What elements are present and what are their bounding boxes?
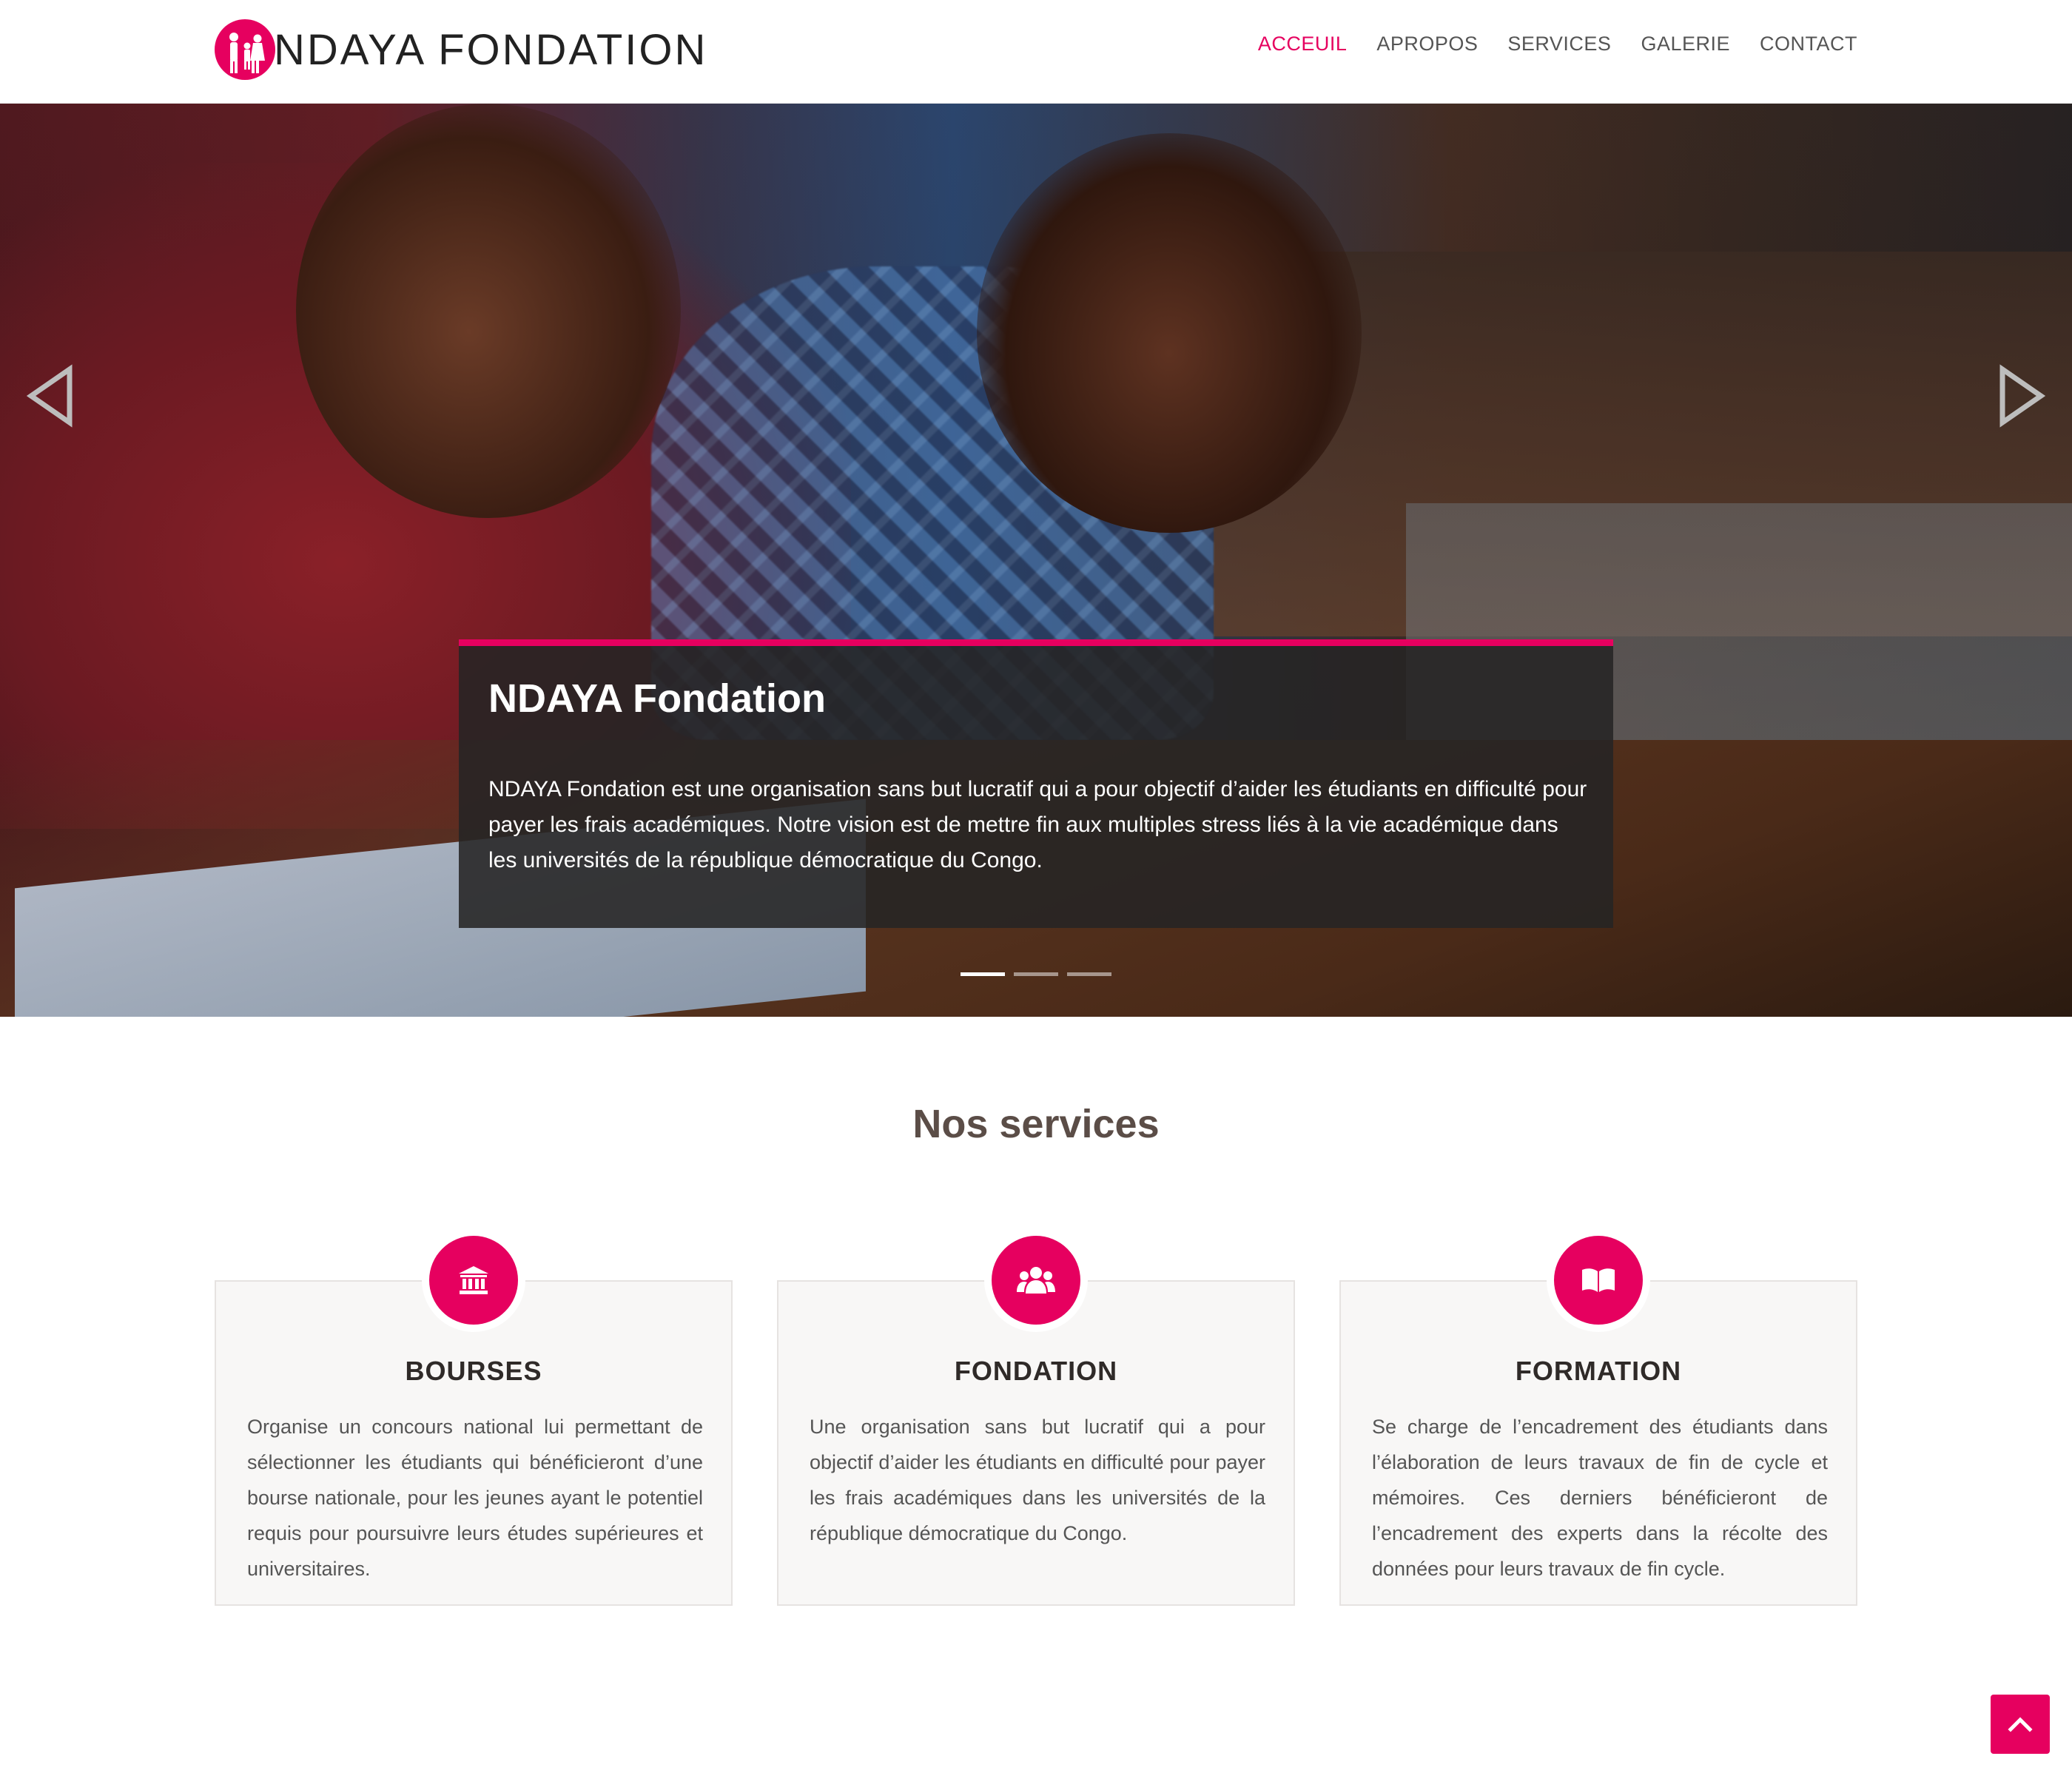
university-icon	[429, 1236, 518, 1325]
carousel-indicator-3[interactable]	[1067, 972, 1111, 976]
hero-carousel: NDAYA Fondation NDAYA Fondation est une …	[0, 104, 2072, 1017]
service-card-title: FORMATION	[1515, 1356, 1682, 1386]
nav-item-services[interactable]: SERVICES	[1507, 33, 1611, 56]
service-badge	[1547, 1228, 1650, 1332]
service-badge	[984, 1228, 1088, 1332]
service-badge	[422, 1228, 525, 1332]
service-card-formation: FORMATION Se charge de l’encadrement des…	[1339, 1228, 1857, 1606]
service-card-title: BOURSES	[405, 1356, 542, 1386]
services-section-title: Nos services	[912, 1102, 1160, 1146]
brand-name: NDAYA FONDATION	[274, 25, 708, 74]
hero-caption: NDAYA Fondation NDAYA Fondation est une …	[459, 639, 1613, 928]
nav-item-galerie[interactable]: GALERIE	[1641, 33, 1730, 56]
service-card-text: Organise un concours national lui permet…	[247, 1416, 703, 1580]
users-icon	[992, 1236, 1080, 1325]
chevron-up-icon	[2008, 1717, 2033, 1732]
service-card-bourses: BOURSES Organise un concours national lu…	[215, 1228, 733, 1606]
nav-item-apropos[interactable]: APROPOS	[1376, 33, 1478, 56]
service-card-text: Se charge de l’encadrement des étudiants…	[1372, 1416, 1828, 1580]
open-book-icon	[1554, 1236, 1643, 1325]
service-card-fondation: FONDATION Une organisation sans but lucr…	[777, 1228, 1295, 1606]
carousel-indicator-1[interactable]	[961, 972, 1005, 976]
family-silhouette-icon	[215, 19, 275, 80]
carousel-next-arrow-icon[interactable]	[1994, 359, 2050, 433]
nav-item-acceuil[interactable]: ACCEUIL	[1258, 33, 1348, 56]
back-to-top-button[interactable]	[1991, 1695, 2050, 1754]
service-card-title: FONDATION	[954, 1356, 1118, 1386]
main-nav: ACCEUIL APROPOS SERVICES GALERIE CONTACT	[1228, 33, 1857, 56]
site-logo[interactable]: NDAYA FONDATION	[215, 18, 707, 81]
carousel-indicators	[961, 972, 1111, 976]
hero-caption-text: NDAYA Fondation est une organisation san…	[488, 777, 1587, 872]
carousel-indicator-2[interactable]	[1014, 972, 1058, 976]
hero-caption-title: NDAYA Fondation	[488, 676, 827, 721]
service-card-text: Une organisation sans but lucratif qui a…	[810, 1416, 1265, 1544]
carousel-prev-arrow-icon[interactable]	[22, 359, 78, 433]
nav-item-contact[interactable]: CONTACT	[1760, 33, 1857, 56]
site-header: NDAYA FONDATION ACCEUIL APROPOS SERVICES…	[0, 0, 2072, 104]
